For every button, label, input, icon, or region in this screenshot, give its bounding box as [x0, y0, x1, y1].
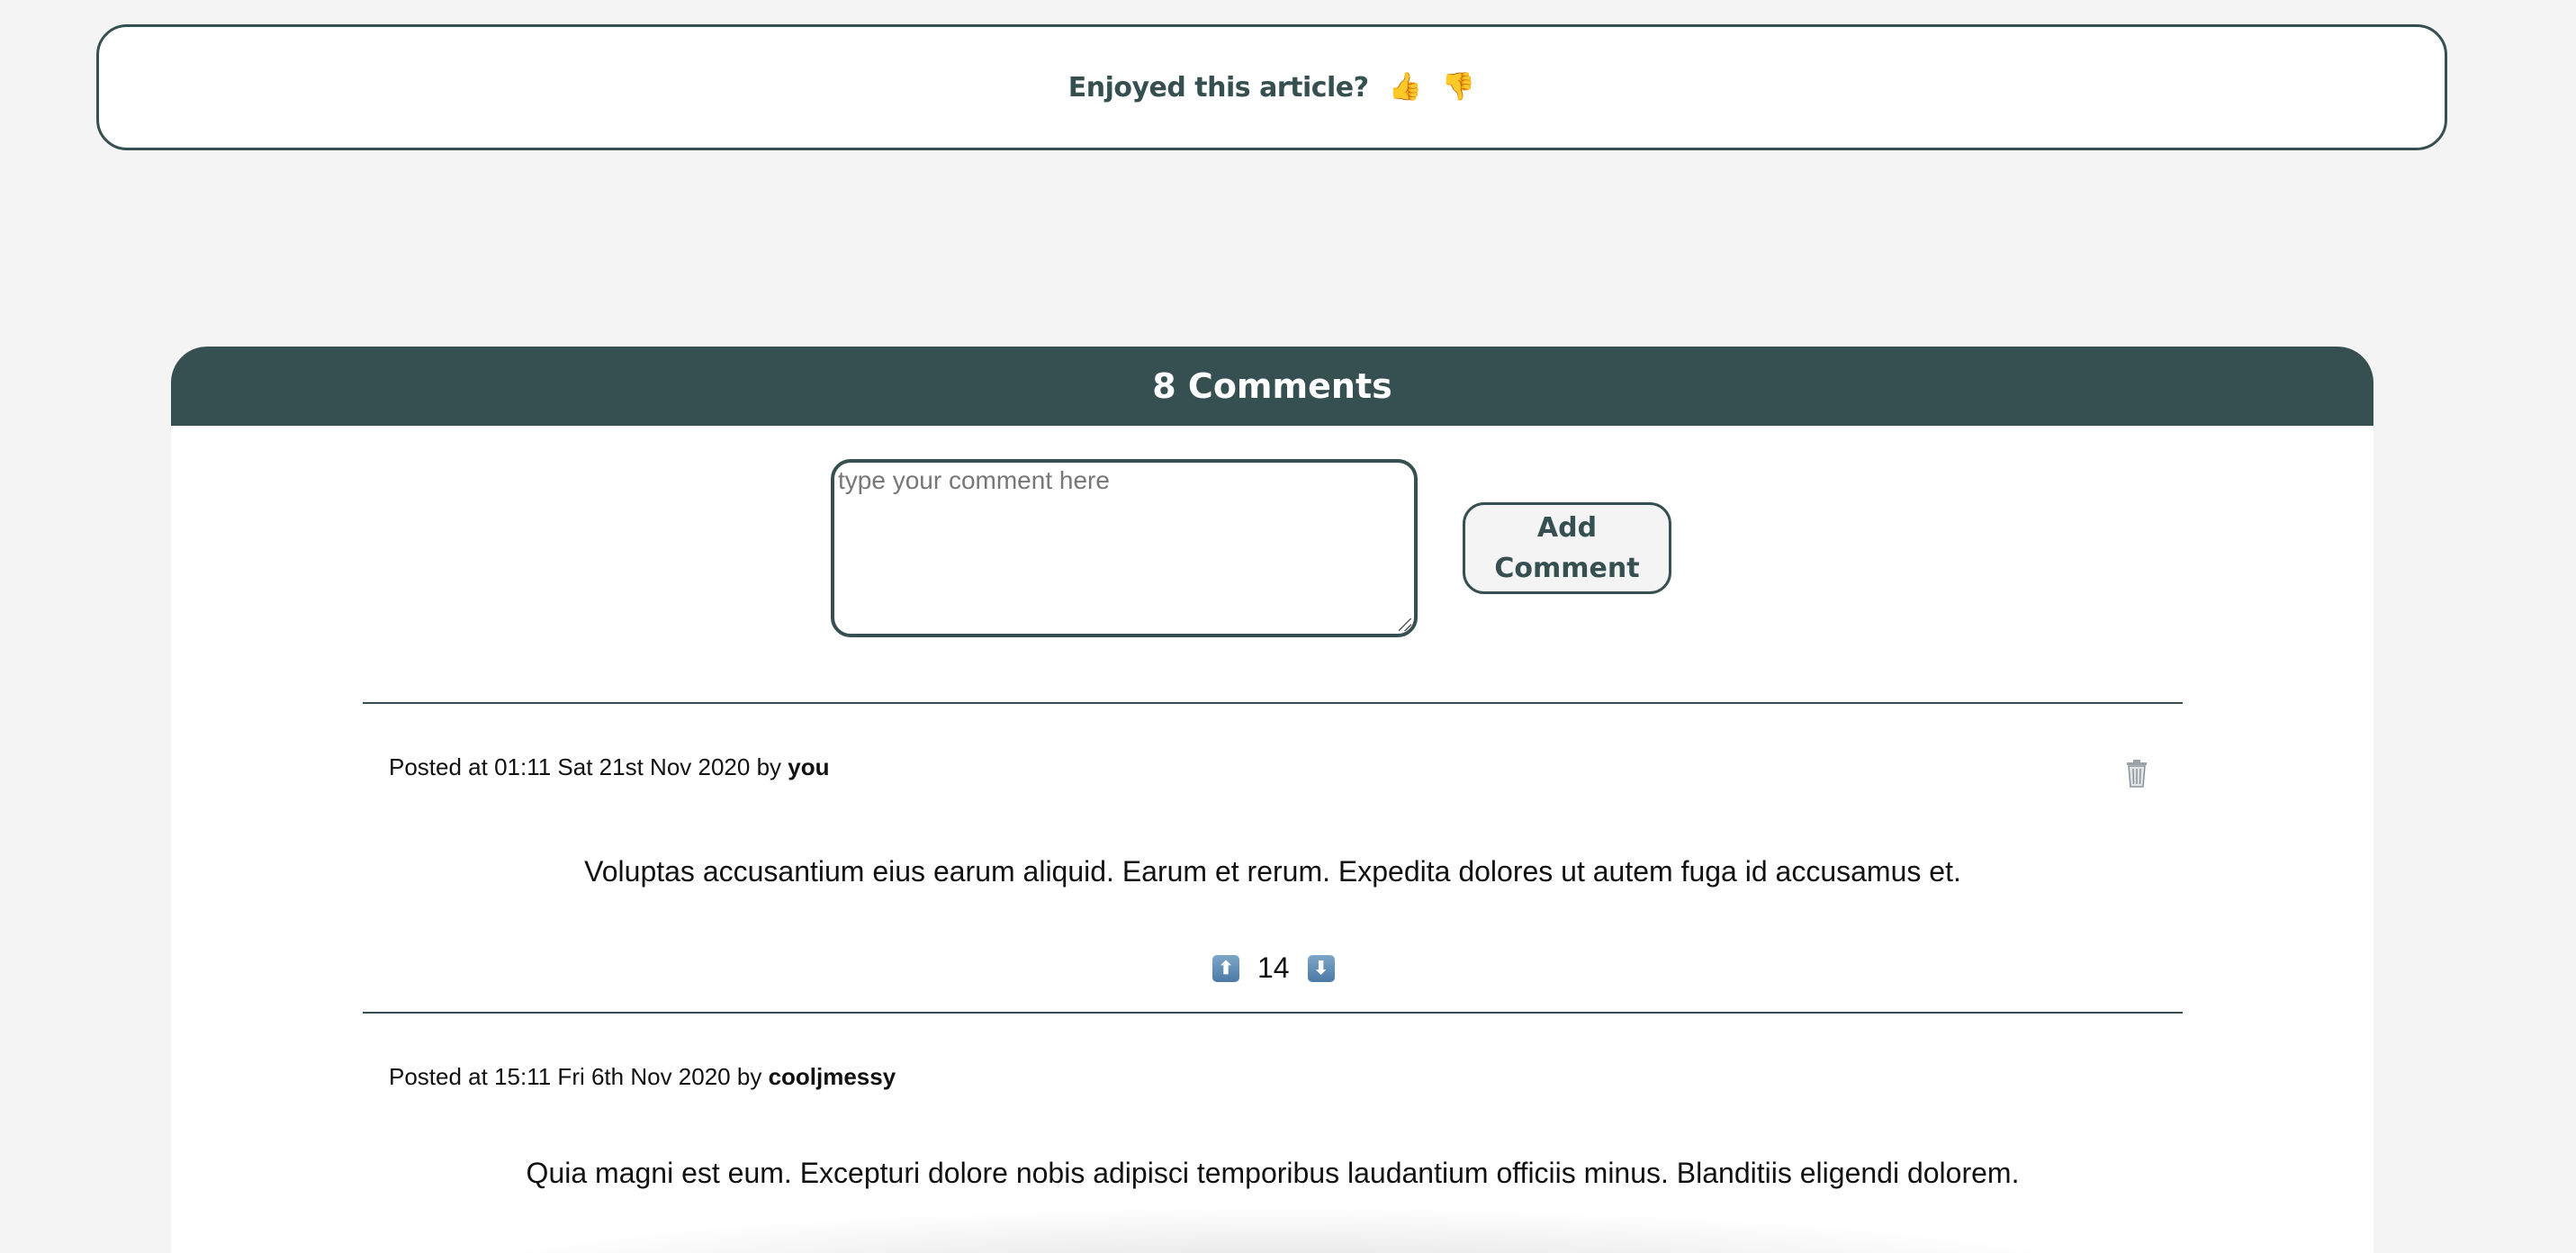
trash-icon[interactable]: [2121, 757, 2152, 789]
vote-count: 14: [1257, 951, 1290, 984]
downvote-icon[interactable]: ⬇: [1307, 954, 1335, 982]
comments-count-title: 8 Comments: [1152, 366, 1392, 406]
comments-header: 8 Comments: [171, 347, 2373, 426]
article-feedback-box: Enjoyed this article? 👍 👎: [96, 24, 2447, 150]
thumbs-up-icon[interactable]: 👍: [1389, 74, 1422, 101]
scroll-fade-shadow: [423, 1206, 2133, 1253]
comment-body: Voluptas accusantium eius earum aliquid.…: [584, 855, 1961, 888]
comment-posted-at: Posted at 15:11 Fri 6th Nov 2020 by: [389, 1063, 769, 1090]
upvote-icon[interactable]: ⬆: [1212, 954, 1239, 982]
add-label-line2: Comment: [1494, 553, 1640, 584]
thumbs-down-icon[interactable]: 👎: [1442, 74, 1475, 101]
comment-body: Quia magni est eum. Excepturi dolore nob…: [526, 1157, 2020, 1189]
comment-meta: Posted at 01:11 Sat 21st Nov 2020 by you: [389, 753, 830, 781]
comments-section: 8 Comments Add Comment Posted at 01:11 S…: [171, 347, 2373, 1253]
comment-author[interactable]: you: [788, 753, 829, 780]
comment-votes: ⬆ 14 ⬇: [1212, 951, 1335, 985]
add-comment-button-label: Add Comment: [1494, 508, 1639, 589]
comment-meta: Posted at 15:11 Fri 6th Nov 2020 by cool…: [389, 1063, 896, 1091]
comment-divider: [363, 1012, 2183, 1014]
textarea-resize-handle[interactable]: [1399, 618, 1411, 631]
comment-posted-at: Posted at 01:11 Sat 21st Nov 2020 by: [389, 753, 788, 780]
add-label-line1: Add: [1536, 512, 1598, 544]
add-comment-button[interactable]: Add Comment: [1463, 502, 1671, 594]
comment-divider: [363, 702, 2183, 704]
comment-author[interactable]: cooljmessy: [769, 1063, 896, 1090]
feedback-question: Enjoyed this article?: [1067, 71, 1369, 104]
comment-input[interactable]: [831, 459, 1418, 637]
